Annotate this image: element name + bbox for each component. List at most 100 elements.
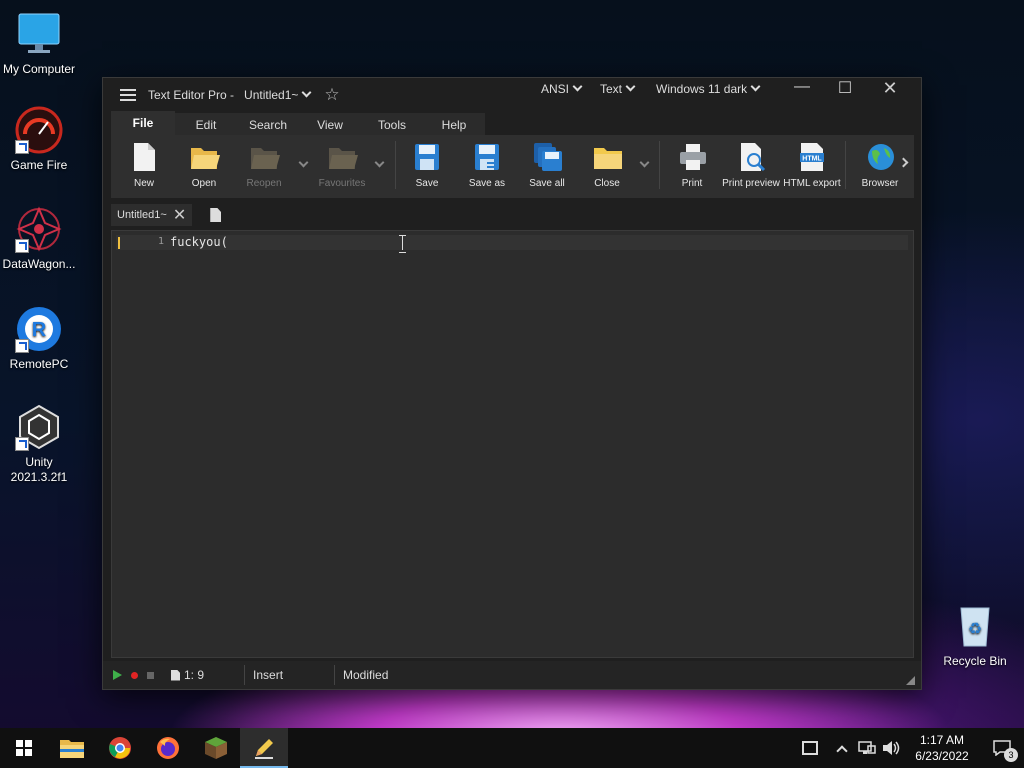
favourite-star-icon[interactable]: ☆: [324, 85, 339, 105]
favourites-folder-icon: [328, 142, 358, 172]
clock[interactable]: 1:17 AM 6/23/2022: [904, 732, 980, 764]
taskbar-minecraft[interactable]: [192, 728, 240, 768]
volume-icon[interactable]: [882, 740, 900, 756]
tab-help[interactable]: Help: [423, 113, 485, 135]
new-document-tab-icon[interactable]: [210, 208, 222, 222]
tab-tools[interactable]: Tools: [361, 113, 423, 135]
encoding-label: ANSI: [541, 82, 570, 96]
doc-title-dropdown[interactable]: Untitled1~: [244, 87, 312, 102]
system-tray: 1:17 AM 6/23/2022 3: [802, 728, 1024, 768]
modified-line-marker: [118, 237, 120, 249]
close-folder-icon: [593, 142, 622, 172]
html-export-icon: HTML: [798, 142, 826, 172]
notification-center-button[interactable]: 3: [980, 728, 1024, 768]
desktop-icon-recycle-bin[interactable]: ♻ Recycle Bin: [936, 602, 1014, 668]
taskbar-chrome[interactable]: [96, 728, 144, 768]
save-button[interactable]: Save: [397, 142, 457, 189]
encoding-dropdown[interactable]: ANSI: [541, 81, 583, 96]
doc-title: Untitled1~: [244, 87, 299, 102]
desktop-icon-game-fire[interactable]: Game Fire: [0, 106, 78, 172]
print-preview-icon: [737, 142, 766, 172]
print-label: Print: [681, 178, 703, 189]
code-line[interactable]: fuckyou(: [170, 235, 228, 249]
desktop-icon-unity[interactable]: Unity 2021.3.2f1: [0, 403, 78, 485]
save-as-button[interactable]: Save as: [457, 142, 517, 189]
svg-text:R: R: [32, 319, 47, 341]
shortcut-arrow-icon: [15, 437, 29, 451]
start-button[interactable]: [0, 728, 48, 768]
page-icon: [171, 669, 180, 681]
modified-indicator: Modified: [334, 665, 424, 685]
ribbon-separator: [659, 141, 660, 189]
show-hidden-icons-chevron-icon[interactable]: [836, 744, 848, 757]
document-tabs: Untitled1~ ✕: [111, 204, 222, 226]
cursor-position[interactable]: 1: 9: [171, 668, 204, 682]
minimize-button[interactable]: —: [779, 78, 825, 98]
app-title: Text Editor Pro -: [148, 87, 235, 102]
print-button[interactable]: Print: [662, 142, 722, 189]
favourites-button[interactable]: Favourites: [312, 142, 372, 189]
taskbar-firefox[interactable]: [144, 728, 192, 768]
desktop-icon-datawagon[interactable]: DataWagon...: [0, 205, 78, 271]
print-preview-button[interactable]: Print preview: [721, 142, 781, 189]
clock-date: 6/23/2022: [915, 749, 969, 763]
tab-edit[interactable]: Edit: [175, 113, 237, 135]
taskbar: 1:17 AM 6/23/2022 3: [0, 728, 1024, 768]
close-dropdown-icon[interactable]: [639, 157, 650, 168]
doc-tab-untitled1[interactable]: Untitled1~ ✕: [111, 204, 193, 226]
monitor-icon: [15, 10, 63, 58]
firefox-icon: [157, 737, 179, 759]
chevron-down-icon: [750, 81, 761, 92]
ribbon-separator: [845, 141, 846, 189]
status-bar: 1: 9 Insert Modified: [103, 661, 921, 689]
network-icon[interactable]: [858, 741, 876, 755]
chevron-down-icon: [301, 87, 312, 97]
reopen-dropdown-icon[interactable]: [298, 157, 309, 168]
desktop-icon-label: DataWagon...: [2, 257, 76, 271]
save-as-label: Save as: [468, 178, 506, 189]
shortcut-arrow-icon: [15, 140, 29, 154]
tab-search[interactable]: Search: [237, 113, 299, 135]
html-export-label: HTML export: [783, 178, 841, 189]
hamburger-menu-icon[interactable]: [120, 88, 136, 101]
save-all-button[interactable]: Save all: [517, 142, 577, 189]
resize-grip-icon[interactable]: [906, 676, 915, 685]
cursor-position-text: 1: 9: [184, 668, 205, 682]
tab-file[interactable]: File: [111, 111, 175, 135]
svg-text:♻: ♻: [968, 621, 982, 638]
macro-stop-icon[interactable]: [147, 671, 154, 679]
save-label: Save: [415, 178, 439, 189]
new-button[interactable]: New: [114, 142, 174, 189]
maximize-button[interactable]: ☐: [822, 78, 868, 98]
macro-play-icon[interactable]: [113, 670, 122, 680]
theme-dropdown[interactable]: Windows 11 dark: [656, 81, 761, 96]
theme-label: Windows 11 dark: [656, 82, 748, 96]
tab-view[interactable]: View: [299, 113, 361, 135]
save-as-icon: [473, 142, 501, 172]
print-preview-label: Print preview: [722, 178, 780, 189]
desktop-icon-remotepc[interactable]: R RemotePC: [0, 305, 78, 371]
html-export-button[interactable]: HTML HTML export: [782, 142, 842, 189]
title-bar[interactable]: Text Editor Pro - Untitled1~ ☆ ANSI Text…: [103, 78, 921, 111]
notification-count-badge: 3: [1004, 748, 1018, 762]
taskbar-file-explorer[interactable]: [48, 728, 96, 768]
reopen-button[interactable]: Reopen: [234, 142, 294, 189]
close-window-button[interactable]: ✕: [867, 78, 913, 98]
text-editor-area[interactable]: 1 fuckyou(: [111, 230, 914, 658]
menu-tabs: File Edit Search View Tools Help: [111, 111, 485, 135]
taskbar-text-editor-pro[interactable]: [240, 728, 288, 768]
macro-record-icon[interactable]: [131, 671, 138, 679]
save-all-label: Save all: [529, 178, 565, 189]
close-button[interactable]: Close: [577, 142, 637, 189]
svg-text:HTML: HTML: [802, 156, 822, 163]
file-explorer-icon: [60, 740, 84, 758]
desktop-icon-my-computer[interactable]: My Computer: [0, 10, 78, 76]
favourites-dropdown-icon[interactable]: [374, 157, 385, 168]
syntax-dropdown[interactable]: Text: [600, 81, 636, 96]
news-widget-icon[interactable]: [802, 741, 818, 755]
chrome-icon: [109, 737, 131, 759]
close-tab-icon[interactable]: ✕: [173, 205, 186, 225]
unity-icon: [15, 403, 63, 451]
open-button[interactable]: Open: [174, 142, 234, 189]
insert-mode-indicator[interactable]: Insert: [244, 665, 334, 685]
